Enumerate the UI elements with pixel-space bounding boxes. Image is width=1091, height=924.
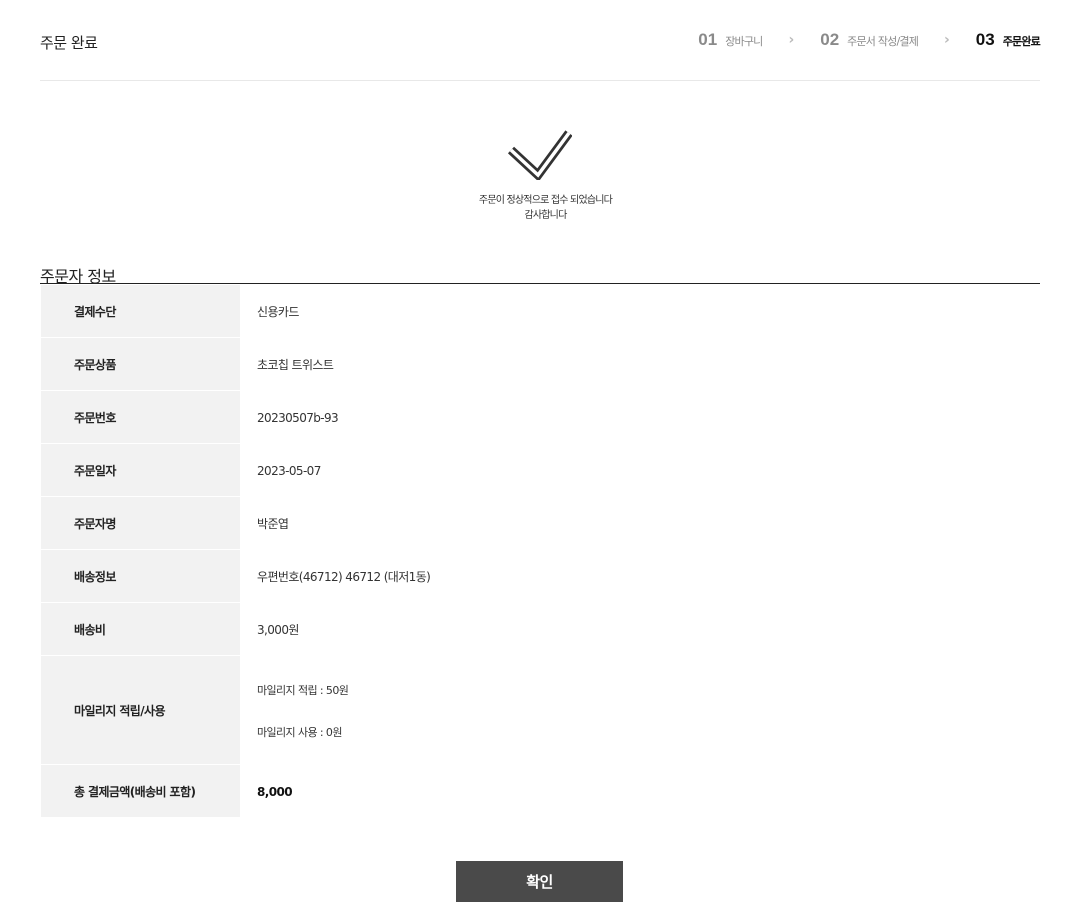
- step-label: 장바구니: [725, 35, 763, 48]
- row-value: 초코칩 트위스트: [257, 358, 334, 372]
- row-label: 주문상품: [41, 338, 240, 391]
- total-amount: 8,000: [257, 784, 293, 799]
- table-row: 배송정보 우편번호(46712) 46712 (대저1동): [41, 550, 1040, 603]
- confirm-button[interactable]: 확인: [456, 861, 623, 902]
- mileage-earned: 마일리지 적립 : 50원: [257, 683, 349, 697]
- row-label: 주문자명: [41, 497, 240, 550]
- page-title: 주문 완료: [40, 34, 98, 52]
- order-header: 주문 완료 01 장바구니 › 02 주문서 작성/결제 › 03 주문완료: [40, 0, 1041, 81]
- table-row: 주문일자 2023-05-07: [41, 444, 1040, 497]
- row-label: 마일리지 적립/사용: [41, 656, 240, 765]
- table-row: 배송비 3,000원: [41, 603, 1040, 656]
- table-row: 결제수단 신용카드: [41, 285, 1040, 338]
- order-steps: 01 장바구니 › 02 주문서 작성/결제 › 03 주문완료: [698, 30, 1041, 50]
- row-value: 마일리지 적립 : 50원 마일리지 사용 : 0원: [240, 656, 1040, 765]
- row-value: 신용카드: [257, 305, 299, 319]
- row-value: 박준엽: [257, 517, 289, 531]
- table-row: 마일리지 적립/사용 마일리지 적립 : 50원 마일리지 사용 : 0원: [41, 656, 1040, 765]
- orderer-info-table: 결제수단 신용카드 주문상품 초코칩 트위스트 주문번호 20230507b-9…: [41, 285, 1040, 818]
- row-label: 배송비: [41, 603, 240, 656]
- row-label: 배송정보: [41, 550, 240, 603]
- step-number: 02: [820, 30, 840, 49]
- table-row: 주문자명 박준엽: [41, 497, 1040, 550]
- row-value: 3,000원: [257, 623, 299, 637]
- row-label: 주문번호: [41, 391, 240, 444]
- chevron-right-icon: ›: [944, 32, 950, 48]
- row-label: 총 결제금액(배송비 포함): [41, 765, 240, 818]
- check-icon: [507, 130, 573, 182]
- step-number: 01: [698, 30, 718, 49]
- table-row: 주문번호 20230507b-93: [41, 391, 1040, 444]
- row-value: 우편번호(46712) 46712 (대저1동): [257, 570, 431, 584]
- section-divider: [40, 283, 1040, 284]
- step-cart: 01 장바구니: [698, 30, 763, 50]
- row-value: 20230507b-93: [257, 410, 339, 425]
- row-value: 2023-05-07: [257, 463, 321, 478]
- step-complete: 03 주문완료: [975, 30, 1041, 50]
- step-number: 03: [975, 30, 995, 49]
- table-row: 주문상품 초코칩 트위스트: [41, 338, 1040, 391]
- table-row: 총 결제금액(배송비 포함) 8,000: [41, 765, 1040, 818]
- thanks-message: 감사합니다: [524, 210, 567, 221]
- step-checkout: 02 주문서 작성/결제: [820, 30, 919, 50]
- row-label: 결제수단: [41, 285, 240, 338]
- row-label: 주문일자: [41, 444, 240, 497]
- chevron-right-icon: ›: [788, 32, 795, 48]
- step-label: 주문완료: [1002, 35, 1041, 48]
- mileage-used: 마일리지 사용 : 0원: [257, 725, 342, 739]
- complete-message: 주문이 정상적으로 접수 되었습니다: [478, 195, 613, 206]
- step-label: 주문서 작성/결제: [847, 35, 919, 48]
